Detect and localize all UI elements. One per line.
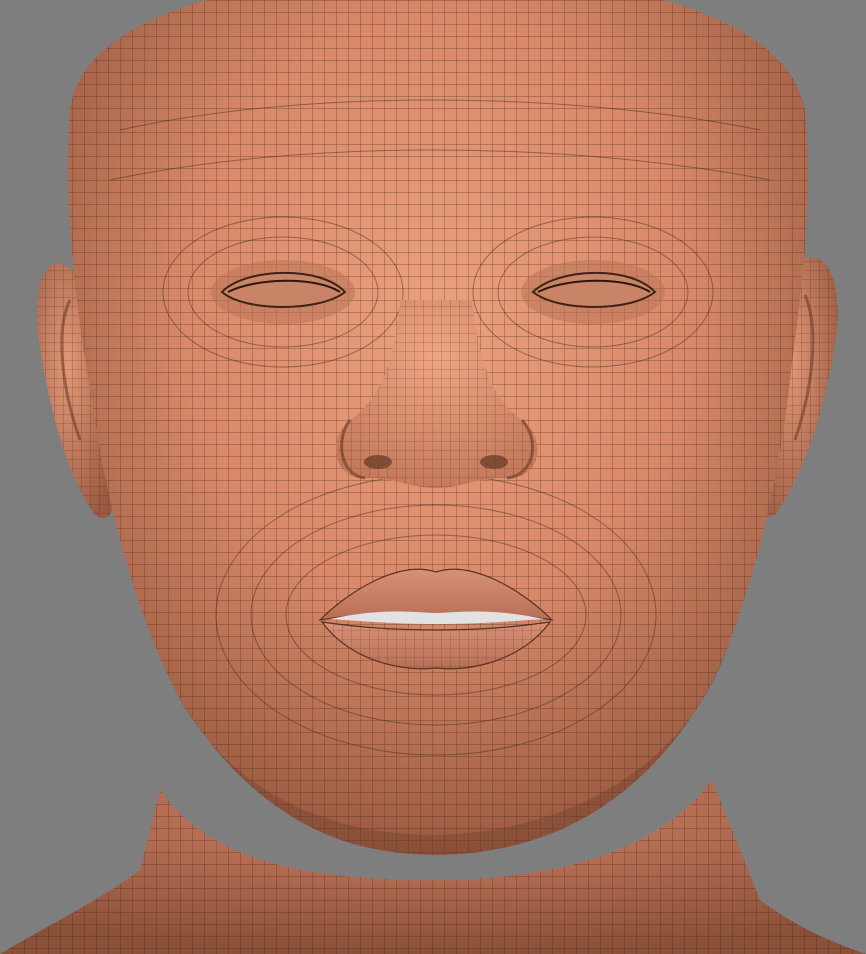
head-mesh-render [0,0,866,954]
right-eye [521,260,665,324]
left-eye [211,260,355,324]
3d-viewport[interactable] [0,0,866,954]
